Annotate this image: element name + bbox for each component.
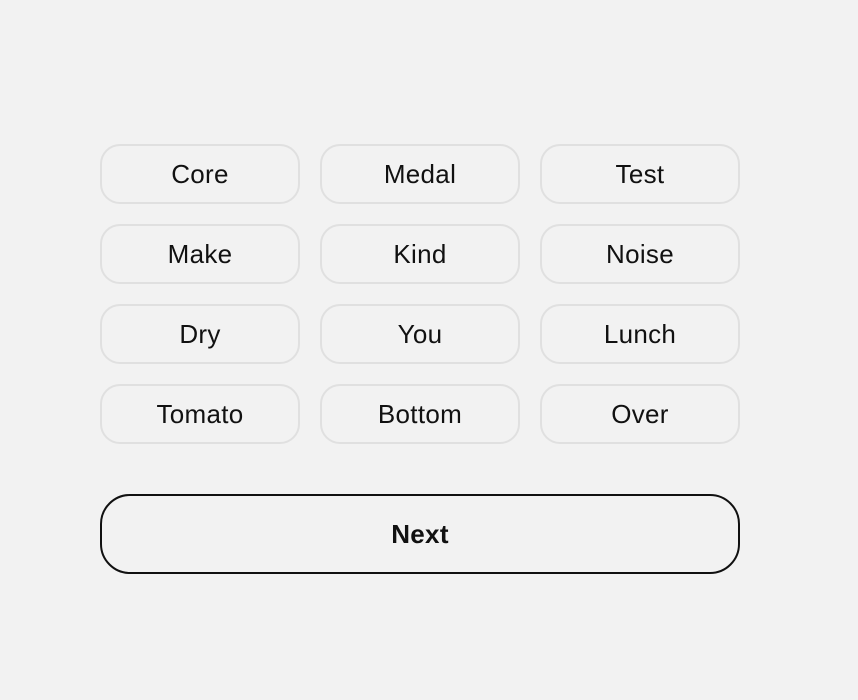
word-chip-over[interactable]: Over bbox=[540, 384, 740, 444]
next-button[interactable]: Next bbox=[100, 494, 740, 574]
word-chip-noise[interactable]: Noise bbox=[540, 224, 740, 284]
word-grid: Core Medal Test Make Kind Noise Dry You … bbox=[100, 144, 740, 444]
word-chip-medal[interactable]: Medal bbox=[320, 144, 520, 204]
word-chip-tomato[interactable]: Tomato bbox=[100, 384, 300, 444]
word-chip-bottom[interactable]: Bottom bbox=[320, 384, 520, 444]
word-chip-core[interactable]: Core bbox=[100, 144, 300, 204]
word-chip-you[interactable]: You bbox=[320, 304, 520, 364]
word-chip-kind[interactable]: Kind bbox=[320, 224, 520, 284]
word-chip-make[interactable]: Make bbox=[100, 224, 300, 284]
word-chip-test[interactable]: Test bbox=[540, 144, 740, 204]
word-chip-dry[interactable]: Dry bbox=[100, 304, 300, 364]
word-chip-lunch[interactable]: Lunch bbox=[540, 304, 740, 364]
